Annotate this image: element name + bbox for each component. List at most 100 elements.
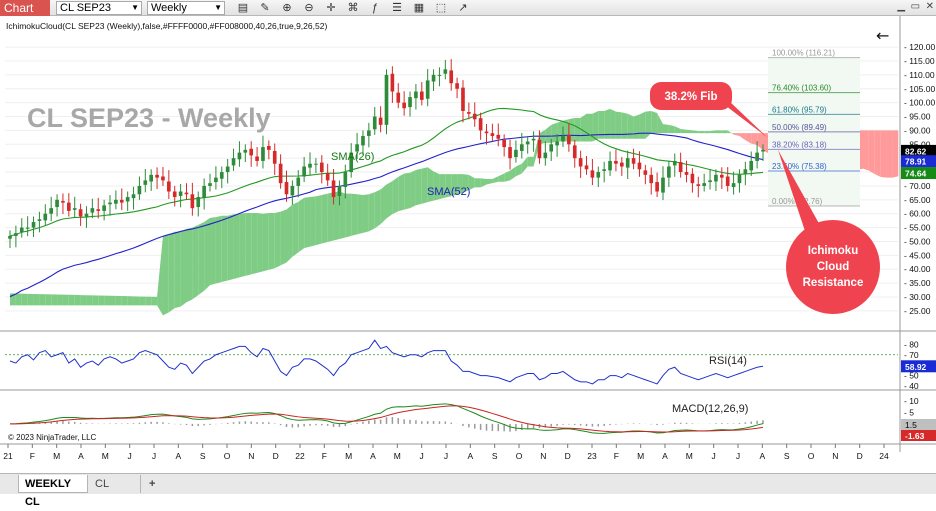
cloud-segment-green xyxy=(333,191,340,241)
candle-body xyxy=(508,147,512,159)
candle-body xyxy=(267,145,271,150)
cloud-segment-red xyxy=(880,130,887,178)
cloud-segment-green xyxy=(368,192,375,232)
cloud-segment-green xyxy=(339,191,346,239)
cloud-segment-green xyxy=(415,168,422,206)
candle-body xyxy=(84,213,89,217)
properties-icon[interactable]: ☰ xyxy=(390,1,404,15)
candle-body xyxy=(472,113,477,120)
indicators-icon[interactable]: ƒ xyxy=(368,1,382,15)
tab-weekly-cl[interactable]: WEEKLY CL xyxy=(18,475,88,508)
candle-body xyxy=(555,141,559,146)
cloud-segment-red xyxy=(874,130,881,177)
fib-callout-text: 38.2% Fib xyxy=(664,91,717,103)
candle-body xyxy=(384,74,389,125)
candle-body xyxy=(131,194,136,199)
candle-body xyxy=(725,176,730,186)
candle-body xyxy=(684,172,689,175)
fibonacci-retracement[interactable]: 100.00% (116.21) 76.40% (103.60) 61.80% (9… xyxy=(768,49,860,207)
cloud-segment-green xyxy=(74,294,81,306)
candle-body xyxy=(643,170,648,175)
candle-body xyxy=(461,87,465,111)
time-tick-label: F xyxy=(322,451,327,461)
cloud-segment-green xyxy=(351,193,358,236)
fib-level-label: 23.60% (75.38) xyxy=(772,162,827,171)
candle-body xyxy=(55,199,59,208)
time-tick-label: F xyxy=(614,451,619,461)
time-tick-label: A xyxy=(175,451,181,461)
candle-body xyxy=(708,180,712,183)
cloud-segment-green xyxy=(704,131,711,134)
tab-cl[interactable]: CL xyxy=(89,475,141,493)
cloud-segment-green xyxy=(51,294,58,306)
add-tab-icon[interactable]: + xyxy=(143,475,161,493)
chevron-down-icon: ▼ xyxy=(214,3,222,12)
candle-body xyxy=(419,91,424,100)
candle-body xyxy=(584,165,589,170)
cloud-segment-green xyxy=(198,222,205,296)
chart-menu-button[interactable]: Chart xyxy=(0,0,50,16)
back-arrow-icon[interactable]: ← xyxy=(876,26,889,45)
cloud-segment-green xyxy=(92,295,99,306)
candle-body xyxy=(367,130,371,136)
cloud-segment-red xyxy=(892,130,899,178)
zoom-out-icon[interactable]: ⊖ xyxy=(302,1,316,15)
candle-body xyxy=(231,158,236,166)
candle-body xyxy=(202,185,206,199)
instrument-selector[interactable]: CL SEP23 ▼ xyxy=(56,1,142,15)
candle-body xyxy=(649,174,654,184)
cloud-segment-green xyxy=(192,224,199,300)
chart-area[interactable]: 100.00% (116.21) 76.40% (103.60) 61.80% (9… xyxy=(0,16,936,473)
time-tick-label: O xyxy=(808,451,815,461)
candle-body xyxy=(372,116,377,130)
candle-body xyxy=(719,174,724,178)
strategy-icon[interactable]: ⌘ xyxy=(346,1,360,15)
cloud-segment-green xyxy=(345,193,352,238)
minimize-icon[interactable]: ▁ xyxy=(897,1,905,12)
zoom-in-icon[interactable]: ⊕ xyxy=(280,1,294,15)
cloud-segment-green xyxy=(174,231,181,309)
candle-body xyxy=(49,208,54,214)
candle-body xyxy=(502,139,506,148)
time-tick-label: A xyxy=(759,451,765,461)
fib-level-label: 38.20% (83.18) xyxy=(772,140,827,149)
candle-body xyxy=(184,192,189,195)
time-tick-label: A xyxy=(662,451,668,461)
templates-icon[interactable]: ▦ xyxy=(412,1,426,15)
cloud-segment-green xyxy=(574,117,581,142)
cloud-segment-green xyxy=(204,217,211,291)
cloud-segment-green xyxy=(45,294,52,306)
candle-body xyxy=(525,141,530,145)
cloud-segment-green xyxy=(186,227,193,303)
candle-body xyxy=(261,147,265,161)
time-tick-label: M xyxy=(686,451,693,461)
time-tick-label: D xyxy=(273,451,279,461)
candle-body xyxy=(43,213,48,221)
cloud-segment-green xyxy=(15,293,22,306)
cloud-segment-green xyxy=(151,296,158,306)
candle-body xyxy=(414,91,418,99)
candle-body xyxy=(149,174,154,182)
candle-body xyxy=(272,150,277,164)
window-controls: ▁ ▭ ✕ xyxy=(897,1,934,15)
cloud-segment-green xyxy=(227,214,234,281)
price-tick-label: - 45.00 xyxy=(904,250,931,260)
candle-body xyxy=(67,202,71,211)
bars-icon[interactable]: ▤ xyxy=(236,1,250,15)
time-tick-label: N xyxy=(540,451,546,461)
candle-body xyxy=(678,162,683,173)
maximize-icon[interactable]: ▭ xyxy=(911,1,920,12)
drawing-tool-icon[interactable]: ✎ xyxy=(258,1,272,15)
share-icon[interactable]: ↗ xyxy=(456,1,470,15)
cloud-segment-green xyxy=(580,113,587,142)
candle-body xyxy=(531,138,536,141)
snapshot-icon[interactable]: ⬚ xyxy=(434,1,448,15)
crosshair-icon[interactable]: ✛ xyxy=(324,1,338,15)
price-tick-label: - 25.00 xyxy=(904,306,931,316)
close-icon[interactable]: ✕ xyxy=(926,1,934,12)
candle-body xyxy=(425,80,430,99)
cloud-segment-green xyxy=(257,213,263,273)
period-selector[interactable]: Weekly ▼ xyxy=(147,1,225,15)
cloud-segment-green xyxy=(239,213,246,278)
candle-body xyxy=(343,172,348,188)
